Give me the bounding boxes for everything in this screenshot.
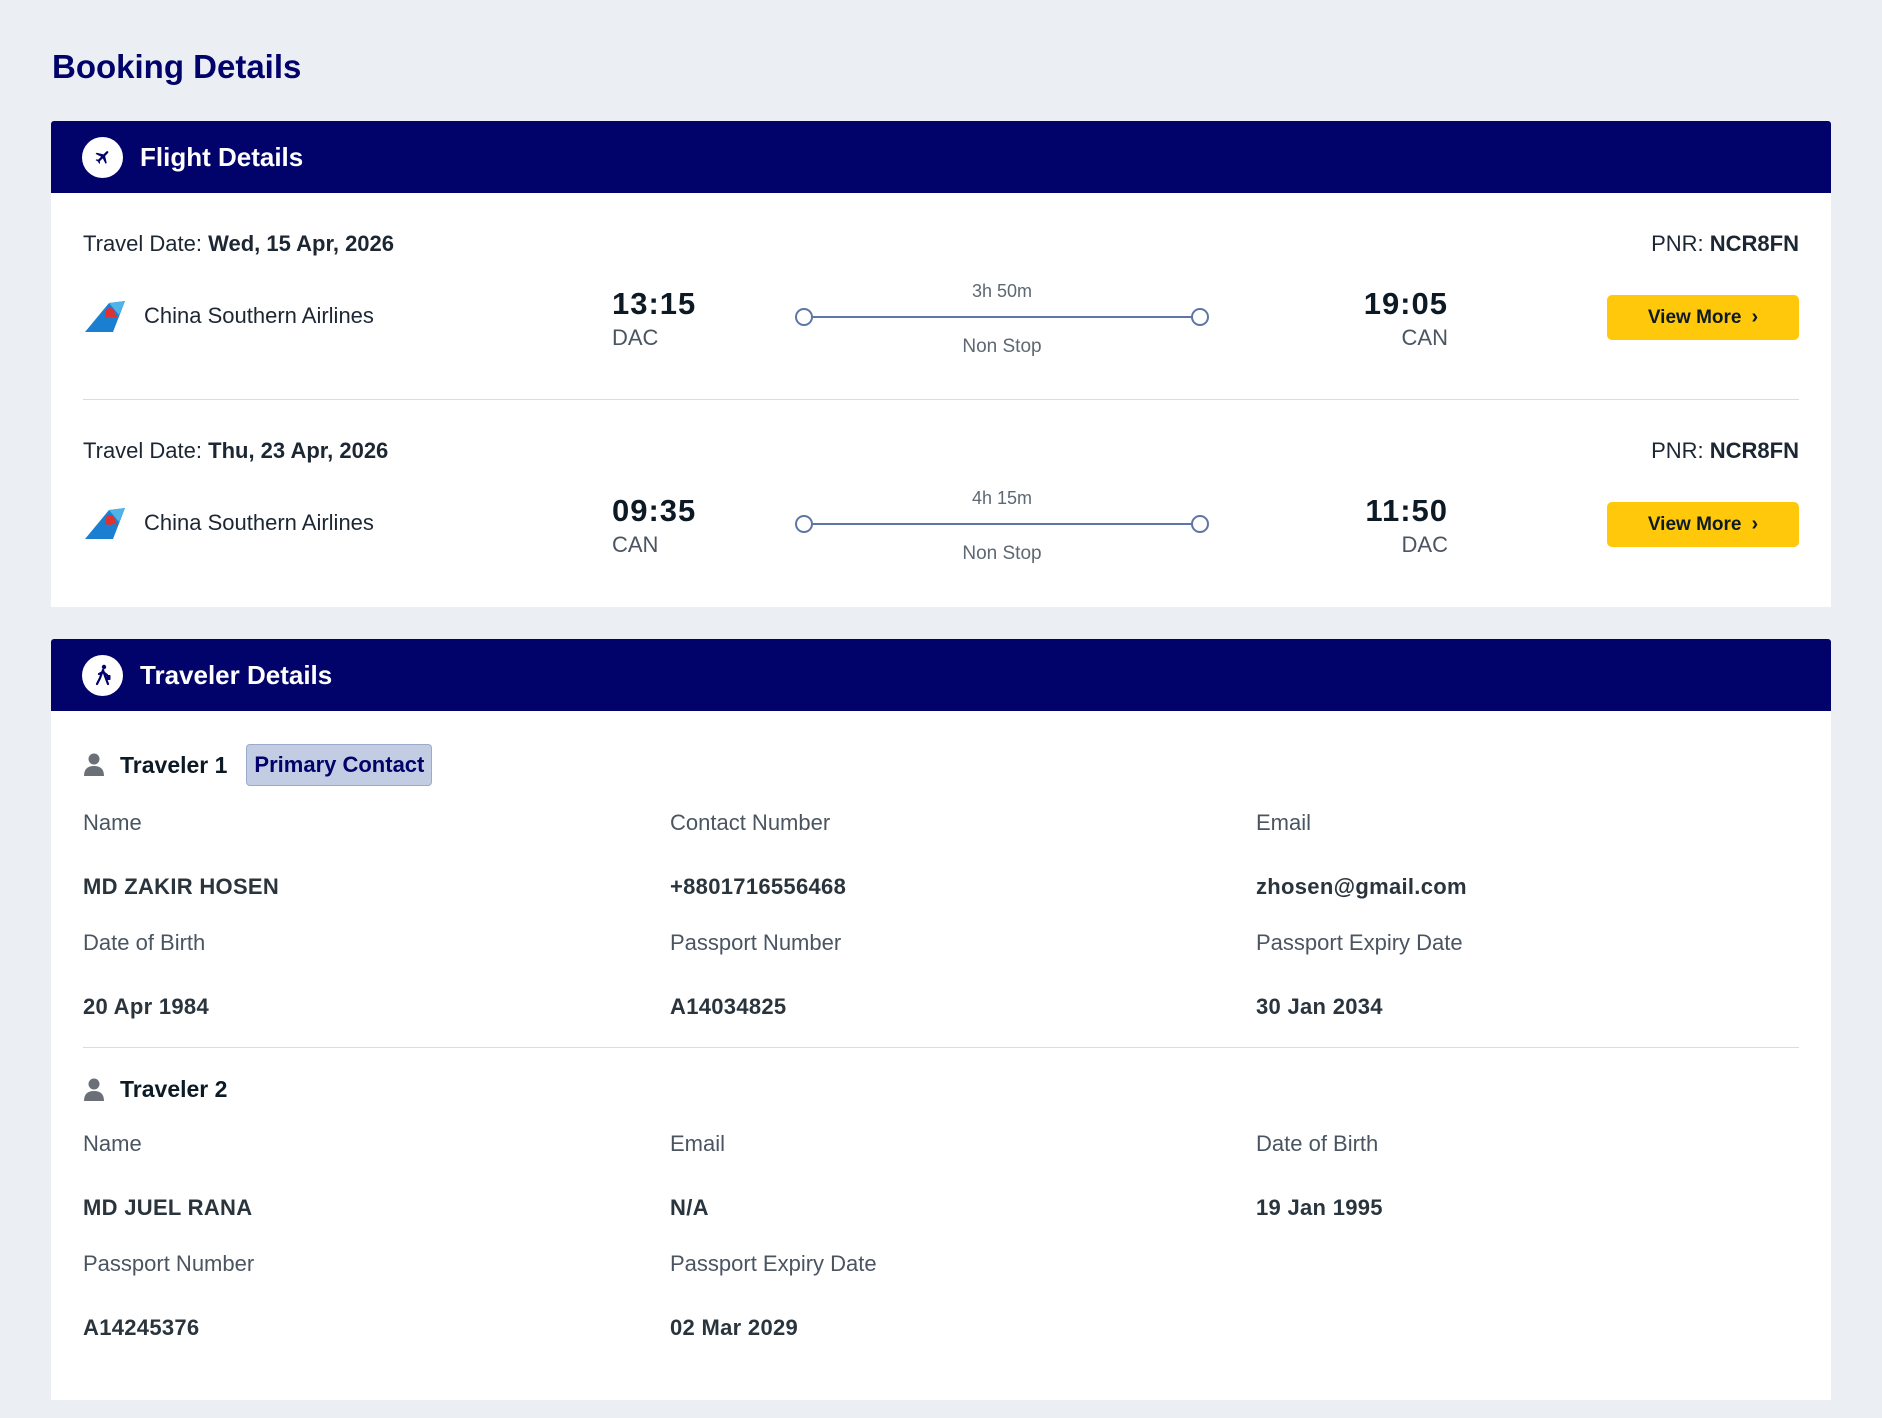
route-end-dot xyxy=(1191,515,1209,533)
flight-stops: Non Stop xyxy=(962,336,1042,357)
field-value: MD ZAKIR HOSEN xyxy=(83,874,280,899)
field-value: N/A xyxy=(670,1195,709,1220)
pnr-value: NCR8FN xyxy=(1709,231,1799,256)
field-value: zhosen@gmail.com xyxy=(1256,874,1467,899)
travel-date-label: Travel Date: xyxy=(83,438,203,463)
field-value: A14245376 xyxy=(83,1315,200,1340)
flight-details-title: Flight Details xyxy=(140,141,304,172)
travel-date: Travel Date: Wed, 15 Apr, 2026 xyxy=(83,231,394,257)
airline-name: China Southern Airlines xyxy=(144,510,374,535)
field-value: 19 Jan 1995 xyxy=(1256,1195,1383,1220)
route-line xyxy=(812,523,1192,525)
view-more-button[interactable]: View More › xyxy=(1607,502,1799,547)
travel-date-value: Thu, 23 Apr, 2026 xyxy=(208,438,389,463)
departure-airport-code: CAN xyxy=(612,532,659,557)
flight-duration: 3h 50m xyxy=(971,281,1033,301)
pnr-value: NCR8FN xyxy=(1709,438,1799,463)
arrival-time: 19:05 xyxy=(1363,286,1448,321)
field-label: Passport Number xyxy=(670,930,842,955)
walking-person-icon xyxy=(82,654,123,696)
field-value: A14034825 xyxy=(670,994,787,1019)
field-label: Name xyxy=(83,810,142,835)
chevron-right-icon: › xyxy=(1751,513,1759,535)
pnr: PNR: NCR8FN xyxy=(1651,231,1799,257)
flight-stops: Non Stop xyxy=(962,543,1042,564)
route-start-dot xyxy=(795,308,813,326)
flight-row: Travel Date: Wed, 15 Apr, 2026 PNR: NCR8… xyxy=(51,193,1831,401)
booking-details-page: Booking Details Flight Details Travel Da… xyxy=(0,0,1882,1418)
field-value: 30 Jan 2034 xyxy=(1256,994,1383,1019)
departure-time: 13:15 xyxy=(612,286,697,321)
traveler-details-card: Traveler 1 Primary Contact Name Contact … xyxy=(51,711,1831,1400)
flight-duration: 4h 15m xyxy=(971,488,1033,508)
travel-date-value: Wed, 15 Apr, 2026 xyxy=(208,231,395,256)
flight-row: Travel Date: Thu, 23 Apr, 2026 PNR: NCR8… xyxy=(51,400,1831,608)
traveler-header: Traveler 1 Primary Contact xyxy=(83,744,433,786)
view-more-label: View More xyxy=(1647,513,1742,535)
view-more-button[interactable]: View More › xyxy=(1607,295,1799,340)
travel-date-label: Travel Date: xyxy=(83,231,203,256)
plane-icon xyxy=(82,136,123,178)
route-start-dot xyxy=(795,515,813,533)
field-label: Passport Expiry Date xyxy=(1256,930,1463,955)
field-label: Passport Expiry Date xyxy=(670,1251,877,1276)
page-title: Booking Details xyxy=(52,48,302,85)
field-label: Date of Birth xyxy=(1256,1131,1379,1156)
traveler-divider xyxy=(83,1047,1799,1048)
pnr: PNR: NCR8FN xyxy=(1651,438,1799,464)
airline-logo-icon xyxy=(85,508,125,539)
departure-airport-code: DAC xyxy=(612,325,659,350)
pnr-label: PNR: xyxy=(1651,231,1704,256)
airline-logo-icon xyxy=(85,301,125,332)
flight-details-header: Flight Details xyxy=(51,121,1831,193)
departure-time: 09:35 xyxy=(612,493,697,528)
person-icon xyxy=(84,1078,104,1101)
arrival-airport-code: DAC xyxy=(1401,532,1448,557)
route-line xyxy=(812,316,1192,318)
field-label: Email xyxy=(1256,810,1312,835)
flight-details-card: Travel Date: Wed, 15 Apr, 2026 PNR: NCR8… xyxy=(51,193,1831,607)
field-value: 02 Mar 2029 xyxy=(670,1315,799,1340)
field-label: Email xyxy=(670,1131,726,1156)
traveler-details-title: Traveler Details xyxy=(140,659,333,690)
arrival-airport-code: CAN xyxy=(1401,325,1448,350)
field-label: Passport Number xyxy=(83,1251,255,1276)
arrival-time: 11:50 xyxy=(1365,493,1448,528)
route-end-dot xyxy=(1191,308,1209,326)
traveler-name: Traveler 2 xyxy=(120,1076,228,1102)
flight-route: 4h 15m Non Stop xyxy=(794,488,1210,564)
person-icon xyxy=(84,753,104,776)
field-value: MD JUEL RANA xyxy=(83,1195,253,1220)
airline-name: China Southern Airlines xyxy=(144,303,374,328)
traveler-header: Traveler 2 xyxy=(83,1076,227,1103)
field-label: Name xyxy=(83,1131,142,1156)
traveler-details-header: Traveler Details xyxy=(51,639,1831,711)
travel-date: Travel Date: Thu, 23 Apr, 2026 xyxy=(83,438,388,464)
flight-route: 3h 50m Non Stop xyxy=(794,281,1210,357)
field-value: +8801716556468 xyxy=(670,874,847,899)
pnr-label: PNR: xyxy=(1651,438,1704,463)
primary-contact-badge: Primary Contact xyxy=(246,744,433,786)
field-label: Date of Birth xyxy=(83,930,206,955)
chevron-right-icon: › xyxy=(1751,306,1759,328)
view-more-label: View More xyxy=(1647,306,1742,328)
field-value: 20 Apr 1984 xyxy=(83,994,210,1019)
field-label: Contact Number xyxy=(670,810,831,835)
traveler-name: Traveler 1 xyxy=(120,751,228,778)
